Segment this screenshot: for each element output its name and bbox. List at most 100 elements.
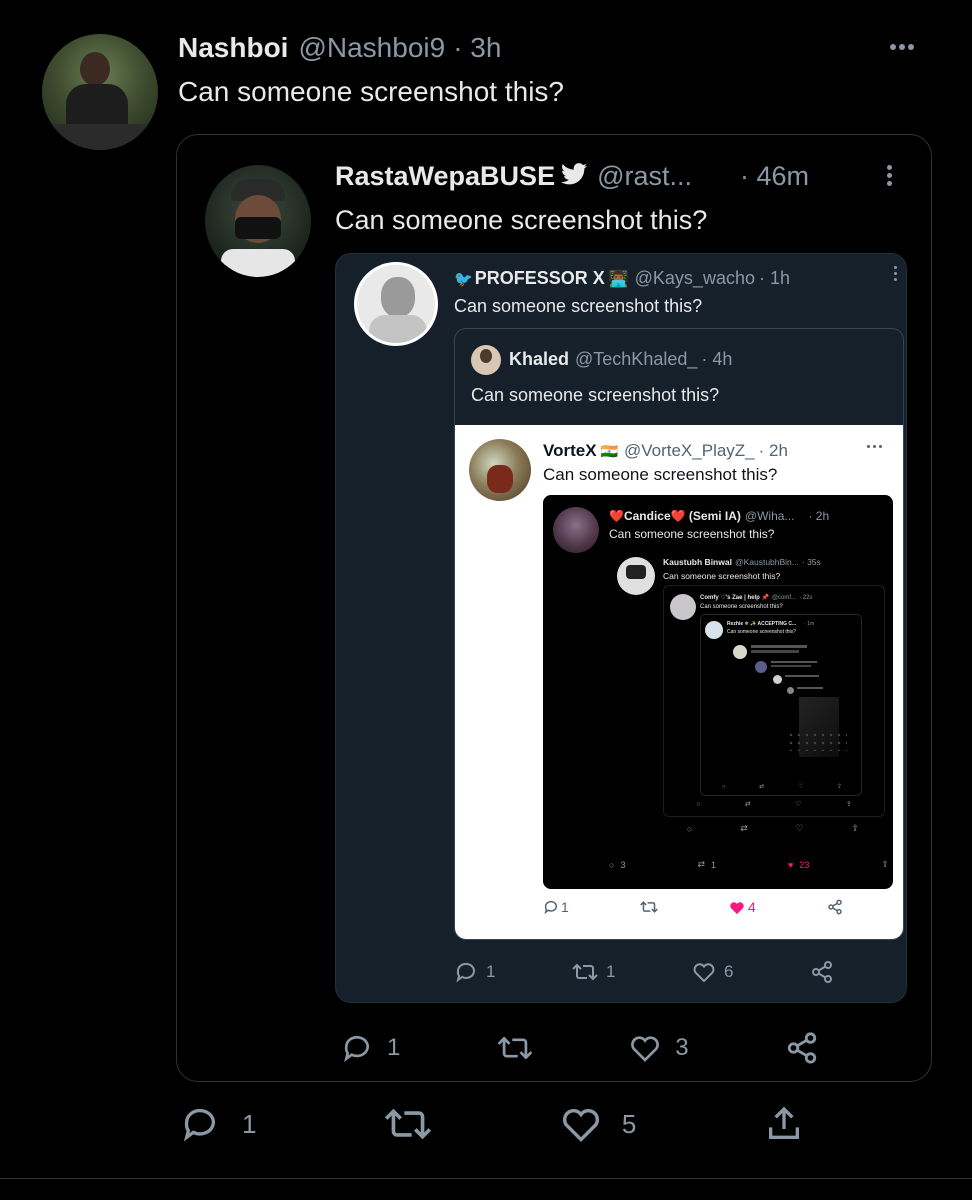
quoted-actions: 1 3 — [341, 1031, 819, 1065]
comfy-actions: ○ ⇄ ♡ ⇪ — [696, 800, 852, 809]
kaustubh-handle[interactable]: @KaustubhBin... — [735, 557, 799, 567]
vortex-retweet-icon[interactable] — [640, 899, 658, 915]
professor-more-icon[interactable] — [894, 266, 897, 281]
candice-retweet-icon[interactable]: ⇄ — [697, 859, 705, 870]
share-upload-icon[interactable] — [764, 1104, 804, 1144]
vortex-time[interactable]: · 2h — [759, 441, 788, 461]
candice-handle[interactable]: @Wiha... — [745, 509, 795, 523]
professor-actions: 1 1 6 — [454, 960, 834, 984]
divider — [0, 1178, 972, 1179]
comfy-time[interactable]: · 22s — [799, 595, 812, 601]
comfy-name[interactable]: Comfy ♡'s Zae | help 📌 — [700, 594, 769, 601]
professor-handle[interactable]: @Kays_wacho — [635, 268, 755, 289]
quoted-user-avatar[interactable] — [205, 165, 311, 277]
more-options-icon[interactable] — [890, 44, 914, 50]
khaled-text: Can someone screenshot this? — [471, 385, 720, 405]
professor-name[interactable]: PROFESSOR X — [475, 268, 605, 289]
tweet-text: Can someone screenshot this? — [178, 76, 564, 107]
professor-retweet-count: 1 — [606, 962, 616, 981]
vortex-name[interactable]: VorteX — [543, 441, 597, 461]
rezhie-name[interactable]: Rezhie ❄ ✨ ACCEPTING C... — [727, 621, 796, 627]
vortex-handle[interactable]: @VorteX_PlayZ_ — [624, 441, 755, 461]
quoted-tweet-level-2[interactable]: 🐦 PROFESSOR X 👨🏾‍💻 @Kays_wacho · 1h Can … — [335, 253, 907, 1003]
rezhie-avatar[interactable] — [705, 621, 723, 639]
quoted-like-icon[interactable] — [629, 1033, 661, 1063]
quoted-more-icon[interactable] — [887, 165, 892, 186]
reply-icon[interactable] — [178, 1104, 222, 1144]
candice-like-icon[interactable]: ♥ — [788, 860, 793, 870]
comfy-handle[interactable]: @comf... — [772, 595, 796, 601]
kaustubh-name[interactable]: Kaustubh Binwal — [663, 557, 732, 567]
quoted-retweet-icon[interactable] — [497, 1033, 533, 1063]
quoted-like-count: 3 — [675, 1034, 689, 1061]
vortex-share-icon[interactable] — [827, 899, 843, 915]
professor-text: Can someone screenshot this? — [454, 296, 703, 316]
quoted-time[interactable]: · 46m — [740, 161, 809, 192]
quoted-author-name[interactable]: RastaWepaBUSE — [335, 161, 555, 192]
quoted-tweet[interactable]: RastaWepaBUSE @rast... · 46m Can someone… — [176, 134, 932, 1082]
professor-share-icon[interactable] — [810, 960, 834, 984]
quoted-tweet-level-6[interactable]: Kaustubh Binwal @KaustubhBin... · 35s Ca… — [609, 547, 887, 841]
tweet-time[interactable]: · 3h — [453, 32, 501, 64]
tweet-actions: 1 5 — [178, 1104, 804, 1144]
vortex-like-icon[interactable] — [729, 900, 745, 915]
rezhie-text: Can someone screenshot this? — [727, 629, 796, 635]
professor-emoji: 👨🏾‍💻 — [608, 271, 629, 288]
candice-name[interactable]: ❤️Candice❤️ (Semi IA) — [609, 509, 741, 523]
candice-reply-icon[interactable]: ○ — [609, 860, 614, 870]
vortex-text: Can someone screenshot this? — [543, 465, 778, 484]
twitter-bird-icon — [561, 163, 588, 185]
quoted-tweet-level-4[interactable]: VorteX 🇮🇳 @VorteX_PlayZ_ · 2h Can someon… — [455, 425, 903, 939]
vortex-reply-count: 1 — [561, 899, 569, 915]
quoted-share-icon[interactable] — [785, 1031, 819, 1065]
rezhie-time[interactable]: · 1m — [804, 621, 814, 627]
comfy-avatar[interactable] — [670, 594, 696, 620]
comfy-text: Can someone screenshot this? — [700, 604, 783, 610]
professor-like-icon[interactable] — [692, 961, 716, 983]
candice-retweet-count: 1 — [711, 859, 717, 870]
vortex-more-icon[interactable] — [867, 445, 882, 448]
like-icon[interactable] — [560, 1105, 602, 1143]
quoted-tweet-text: Can someone screenshot this? — [335, 205, 708, 235]
professor-retweet-icon[interactable] — [572, 961, 598, 983]
candice-avatar[interactable] — [553, 507, 599, 553]
khaled-handle[interactable]: @TechKhaled_ — [575, 349, 697, 370]
professor-time[interactable]: · 1h — [759, 268, 790, 289]
tweet-author-name[interactable]: Nashboi — [178, 32, 288, 64]
khaled-avatar[interactable] — [471, 345, 501, 375]
vortex-flag: 🇮🇳 — [600, 443, 618, 459]
vortex-like-count: 4 — [748, 899, 756, 915]
kaustubh-time[interactable]: · 35s — [802, 557, 821, 567]
candice-time[interactable]: · 2h — [808, 509, 829, 523]
professor-bird-icon: 🐦 — [454, 271, 473, 288]
like-count: 5 — [621, 1108, 637, 1139]
khaled-name[interactable]: Khaled — [509, 349, 569, 370]
candice-like-count: 23 — [799, 859, 810, 870]
rezhie-actions: ○ ⇄ ♡ ⇪ — [721, 783, 843, 791]
vortex-reply-icon[interactable] — [543, 899, 559, 915]
quoted-tweet-level-8[interactable]: Rezhie ❄ ✨ ACCEPTING C... · 1m Can someo… — [700, 614, 862, 796]
candice-actions: ○ 3 ⇄ 1 ♥ 23 ⇪ — [609, 859, 889, 870]
khaled-time[interactable]: · 4h — [701, 349, 732, 370]
professor-avatar[interactable] — [354, 262, 438, 346]
quoted-tweet-level-5[interactable]: ❤️Candice❤️ (Semi IA) @Wiha... · 2h Can … — [543, 495, 893, 889]
vortex-actions: 1 4 — [543, 899, 843, 915]
reply-count: 1 — [242, 1108, 257, 1139]
professor-reply-icon[interactable] — [454, 960, 478, 984]
user-avatar[interactable] — [42, 34, 158, 150]
tweet[interactable]: Nashboi @Nashboi9 · 3h Can someone scree… — [0, 0, 972, 1200]
retweet-icon[interactable] — [384, 1104, 432, 1144]
vortex-avatar[interactable] — [469, 439, 531, 501]
kaustubh-avatar[interactable] — [617, 557, 655, 595]
candice-text: Can someone screenshot this? — [609, 527, 775, 541]
candice-share-icon[interactable]: ⇪ — [881, 859, 889, 870]
nested-tweet-recursion — [727, 639, 859, 773]
kaustubh-actions: ○ ⇄ ♡ ⇪ — [686, 823, 860, 834]
quoted-tweet-level-3[interactable]: Khaled @TechKhaled_ · 4h Can someone scr… — [454, 328, 904, 940]
quoted-author-handle[interactable]: @rast... — [597, 161, 692, 192]
professor-like-count: 6 — [724, 962, 734, 981]
quoted-tweet-level-7[interactable]: Comfy ♡'s Zae | help 📌 @comf... · 22s Ca… — [663, 585, 885, 817]
quoted-reply-icon[interactable] — [341, 1032, 373, 1064]
kaustubh-text: Can someone screenshot this? — [663, 571, 781, 581]
tweet-author-handle[interactable]: @Nashboi9 — [298, 32, 445, 64]
